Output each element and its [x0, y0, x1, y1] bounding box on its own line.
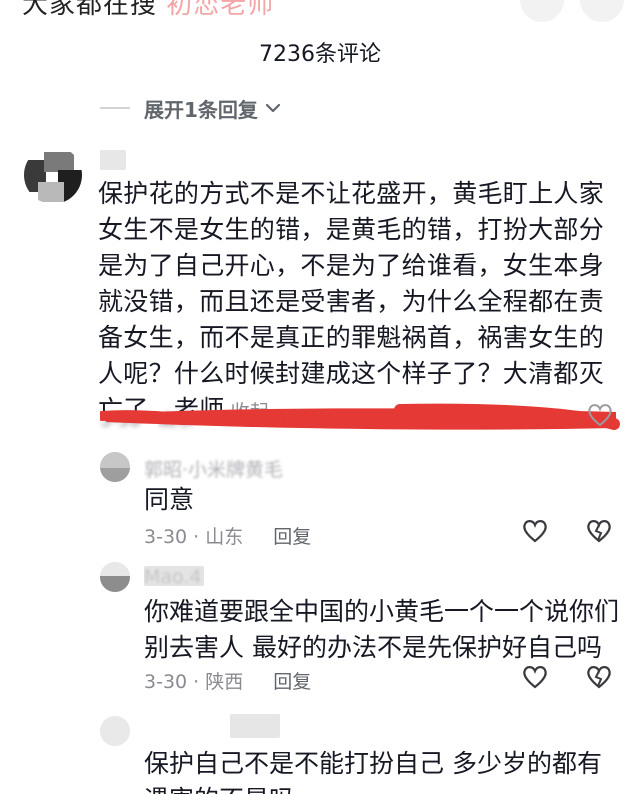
like-heart-icon[interactable]: [521, 518, 549, 544]
dislike-broken-heart-icon[interactable]: [585, 518, 613, 544]
red-scribble-redaction: [100, 403, 620, 430]
username-blurred[interactable]: [100, 150, 126, 170]
reply-avatar[interactable]: [100, 562, 130, 592]
reply-text: 保护自己不是不能打扮自己 多少岁的都有遇害的不是吗: [144, 749, 602, 794]
avatar[interactable]: [24, 146, 82, 204]
reply-username[interactable]: 郭昭·小米牌黄毛: [144, 455, 283, 482]
like-heart-icon[interactable]: [586, 402, 614, 428]
username-blurred[interactable]: [230, 714, 280, 738]
expand-replies-button[interactable]: 展开1条回复: [100, 92, 282, 124]
close-circle-icon[interactable]: [580, 0, 624, 22]
reply-meta: 3-30 · 陕西 回复: [144, 667, 311, 694]
chevron-down-icon: [265, 103, 281, 113]
search-circle-icon[interactable]: [520, 0, 564, 22]
reply-avatar[interactable]: [100, 452, 130, 482]
reply-username[interactable]: Mao.4: [144, 566, 201, 588]
reply-date-location: 3-30 · 陕西: [144, 671, 244, 693]
main-comment-text: 保护花的方式不是不让花盛开，黄毛盯上人家女生不是女生的错，是黄毛的错，打扮大部分…: [98, 176, 628, 430]
search-suggestion-accent: 初恋老师: [166, 0, 275, 20]
reply-button[interactable]: 回复: [273, 671, 311, 693]
reply-text: 你难道要跟全中国的小黄毛一个一个说你们别去害人 最好的办法不是先保护好自己吗: [144, 597, 620, 662]
expand-replies-label: 展开1条回复: [144, 97, 258, 122]
reply-text: 同意: [144, 485, 195, 514]
dislike-broken-heart-icon[interactable]: [585, 664, 613, 690]
like-heart-icon[interactable]: [521, 664, 549, 690]
search-suggestion-prefix: 大家都在搜: [22, 0, 158, 20]
comments-count-title: 7236条评论: [259, 42, 381, 67]
top-bar: 大家都在搜 初恋老师: [0, 0, 640, 22]
divider-line: [100, 107, 130, 109]
reply-button[interactable]: 回复: [273, 526, 311, 548]
main-comment-body: 保护花的方式不是不让花盛开，黄毛盯上人家女生不是女生的错，是黄毛的错，打扮大部分…: [98, 179, 605, 424]
search-suggestion[interactable]: 大家都在搜 初恋老师: [22, 0, 274, 21]
reply-meta: 3-30 · 山东 回复: [144, 522, 311, 549]
reply-date-location: 3-30 · 山东: [144, 526, 244, 548]
reply-avatar[interactable]: [100, 716, 130, 746]
